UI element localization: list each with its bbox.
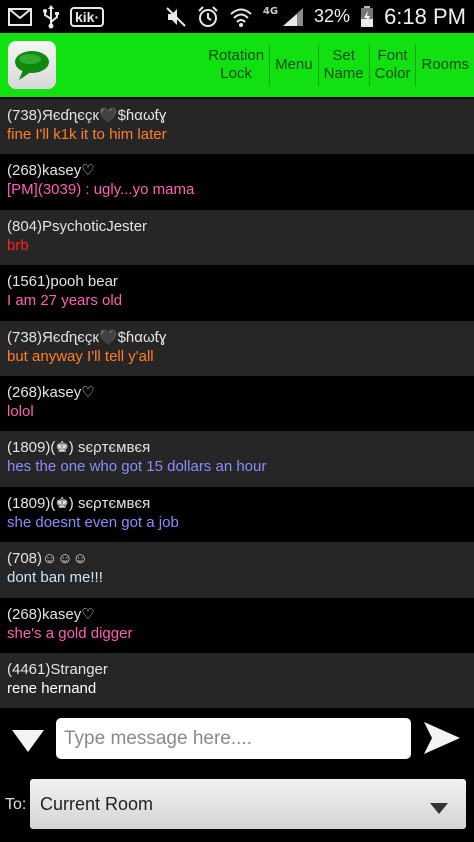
message-username: (268)kasey♡: [7, 605, 95, 623]
message-item[interactable]: (268)kasey♡ lolol: [0, 375, 474, 432]
usb-icon: [42, 4, 60, 29]
app-toolbar: Rotation Lock Menu Set Name Font Color R…: [0, 33, 474, 97]
chat-bubble-logo-icon[interactable]: [8, 41, 56, 89]
message-text: lolol: [7, 402, 34, 420]
rotation-lock-button[interactable]: Rotation Lock: [203, 42, 269, 88]
scroll-down-icon[interactable]: [10, 727, 46, 755]
room-select[interactable]: Current Room: [30, 779, 466, 829]
message-item[interactable]: (1561)pooh bear I am 27 years old: [0, 265, 474, 321]
message-item[interactable]: (804)PsychoticJester brb: [0, 209, 474, 266]
clock: 6:18 PM: [384, 3, 466, 29]
message-item[interactable]: (738)Яєɗɳєçк🖤$ɦαωƭɣ but anyway I'll tell …: [0, 320, 474, 376]
system-icons: 4G 32% 6:18 PM: [165, 4, 466, 30]
message-item[interactable]: (4461)Stranger rene hernand: [0, 652, 474, 709]
message-item[interactable]: (738)Яєɗɳєçк🖤$ɦαωƭɣ fine I'll k1k it to h…: [0, 99, 474, 155]
room-select-value: Current Room: [40, 793, 154, 814]
message-text: fine I'll k1k it to him later: [7, 126, 167, 143]
message-item[interactable]: (268)kasey♡ she's a gold digger: [0, 597, 474, 653]
rooms-button[interactable]: Rooms: [416, 42, 474, 88]
message-username: (4461)Stranger: [7, 660, 108, 678]
notification-icons: kik·: [8, 4, 105, 29]
font-color-button[interactable]: Font Color: [370, 42, 416, 88]
mail-icon: [8, 7, 32, 26]
network-type: 4G: [262, 6, 279, 17]
send-icon[interactable]: [422, 720, 462, 756]
message-item[interactable]: (268)kasey♡ [PM](3039) : ugly...yo mama: [0, 154, 474, 210]
alarm-icon: [197, 5, 219, 28]
message-text: rene hernand: [7, 679, 97, 697]
wifi-icon: [229, 7, 253, 27]
message-username: (738)Яєɗɳєçк🖤$ɦαωƭɣ: [7, 107, 167, 124]
message-username: (1561)pooh bear: [7, 273, 118, 291]
message-text: dont ban me!!!: [7, 569, 103, 587]
message-item[interactable]: (708)☺☺☺ dont ban me!!!: [0, 542, 474, 598]
dropdown-arrow-icon: [430, 799, 448, 818]
message-input[interactable]: [56, 718, 411, 759]
status-bar: kik· 4G 32% 6:18 PM: [0, 0, 474, 33]
signal-icon: [282, 7, 304, 27]
message-username: (804)PsychoticJester: [7, 217, 148, 235]
message-text: brb: [7, 236, 29, 254]
room-selector-row: To: Current Room: [0, 776, 474, 832]
composer: [0, 712, 474, 768]
message-username: (268)kasey♡: [7, 383, 95, 401]
message-list[interactable]: (738)Яєɗɳєçк🖤$ɦαωƭɣ fine I'll k1k it to h…: [0, 99, 474, 709]
message-username: (268)kasey♡: [7, 162, 95, 180]
set-name-button[interactable]: Set Name: [319, 42, 369, 88]
message-username: (708)☺☺☺: [7, 550, 88, 568]
message-text: hes the one who got 15 dollars an hour: [7, 458, 267, 476]
battery-percent: 32%: [314, 6, 351, 26]
mute-icon: [165, 6, 187, 28]
message-item[interactable]: (1809)(♚) ѕєρтємвєя she doesnt even got a…: [0, 486, 474, 543]
message-text: she's a gold digger: [7, 624, 133, 642]
message-text: but anyway I'll tell y'all: [7, 347, 154, 365]
message-username: (1809)(♚) ѕєρтємвєя: [7, 494, 151, 512]
toolbar-buttons: Rotation Lock Menu Set Name Font Color R…: [203, 33, 474, 97]
message-item[interactable]: (1809)(♚) ѕєρтємвєя hes the one who got 1…: [0, 431, 474, 487]
to-label: To:: [5, 796, 27, 813]
message-username: (1809)(♚) ѕєρтємвєя: [7, 439, 151, 457]
kik-icon: kik·: [70, 6, 105, 27]
message-text: I am 27 years old: [7, 292, 123, 310]
message-text: she doesnt even got a job: [7, 513, 179, 531]
battery-charging-icon: [360, 5, 374, 28]
message-username: (738)Яєɗɳєçк🖤$ɦαωƭɣ: [7, 328, 167, 346]
menu-button[interactable]: Menu: [270, 42, 318, 88]
message-text: [PM](3039) : ugly...yo mama: [7, 181, 195, 199]
